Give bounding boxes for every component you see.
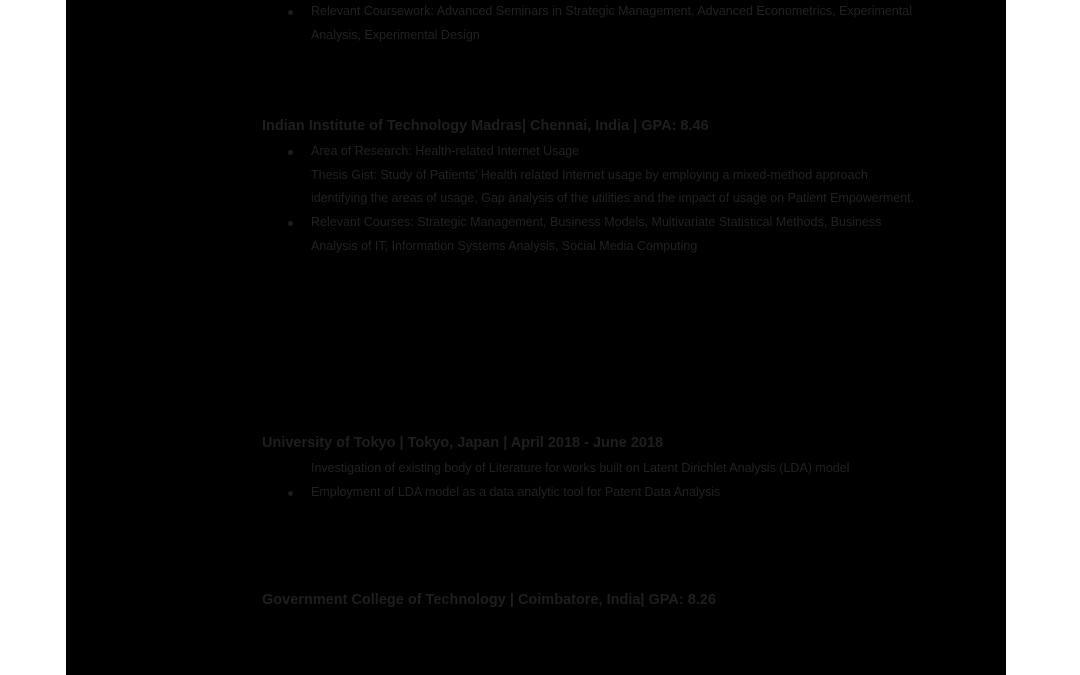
list-item-text: Investigation of existing body of Litera… — [311, 461, 850, 475]
bullet-icon — [288, 10, 293, 15]
list-item: Employment of LDA model as a data analyt… — [262, 481, 922, 505]
list-item-text: Relevant Coursework: Advanced Seminars i… — [311, 4, 912, 42]
coursework-list: Relevant Coursework: Advanced Seminars i… — [262, 0, 922, 47]
list-item-text: Area of Research: Health-related Interne… — [311, 144, 580, 158]
document-page — [66, 0, 1006, 675]
iit-madras-section: Indian Institute of Technology Madras| C… — [262, 116, 922, 259]
list-item: Relevant Coursework: Advanced Seminars i… — [262, 0, 922, 47]
list-item-text: Relevant Courses: Strategic Management, … — [311, 215, 882, 253]
list-item: Investigation of existing body of Litera… — [262, 457, 922, 481]
list-item: Relevant Courses: Strategic Management, … — [262, 211, 922, 258]
section-heading: University of Tokyo | Tokyo, Japan | Apr… — [262, 435, 664, 451]
tokyo-list: Investigation of existing body of Litera… — [262, 457, 922, 504]
tokyo-section: University of Tokyo | Tokyo, Japan | Apr… — [262, 433, 922, 504]
list-item-text: Thesis Gist: Study of Patients’ Health r… — [311, 167, 915, 206]
section-heading: Government College of Technology | Coimb… — [262, 592, 716, 608]
bullet-icon — [288, 221, 293, 227]
section-heading: Indian Institute of Technology Madras| C… — [262, 118, 709, 134]
iit-madras-list: Area of Research: Health-related Interne… — [262, 140, 922, 259]
bullet-icon — [288, 490, 293, 496]
list-item-text: Employment of LDA model as a data analyt… — [311, 484, 721, 499]
bullet-icon — [288, 150, 293, 155]
gct-section: Government College of Technology | Coimb… — [262, 590, 922, 610]
list-item: Thesis Gist: Study of Patients’ Health r… — [262, 164, 922, 211]
coursework-section: Relevant Coursework: Advanced Seminars i… — [262, 0, 922, 47]
list-item: Area of Research: Health-related Interne… — [262, 140, 922, 164]
